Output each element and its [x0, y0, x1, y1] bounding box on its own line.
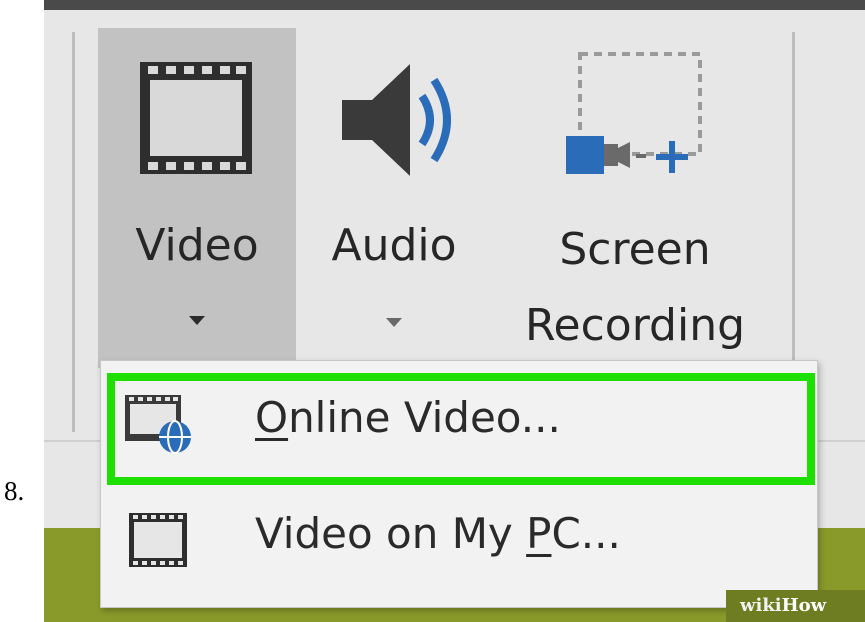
screen-recording-icon — [566, 52, 702, 174]
ribbon-separator — [72, 32, 75, 432]
chevron-down-icon — [189, 316, 205, 325]
video-button-label: Video — [135, 220, 259, 271]
screen-recording-label-line1: Screen — [559, 224, 711, 275]
film-strip-icon — [140, 62, 252, 174]
speaker-icon — [342, 64, 451, 176]
film-strip-icon — [129, 513, 187, 567]
menu-item-online-video-label: Online Video... — [255, 393, 561, 443]
menu-item-video-on-my-pc[interactable]: Video on My PC... — [101, 485, 817, 595]
access-key-p: P — [526, 509, 552, 558]
watermark-part2: How — [781, 595, 827, 616]
powerpoint-insert-media-screenshot: Video Audio Screen Recording Online Vide… — [44, 0, 865, 622]
label-rest: nline Video... — [288, 393, 561, 442]
label-after: C... — [551, 509, 621, 558]
watermark-part1: wiki — [740, 595, 782, 616]
online-video-icon — [125, 395, 191, 454]
video-button[interactable]: Video — [98, 28, 296, 368]
audio-button-label: Audio — [331, 220, 457, 271]
menu-item-online-video[interactable]: Online Video... — [101, 369, 817, 485]
screen-recording-label-line2: Recording — [524, 300, 746, 351]
ribbon-separator — [792, 32, 795, 362]
step-number: 8. — [4, 476, 25, 506]
video-dropdown-menu: Online Video... Video on My PC... — [100, 360, 818, 608]
chevron-down-icon — [386, 318, 402, 327]
wikihow-watermark: wikiHow — [726, 590, 865, 622]
access-key-o: O — [255, 393, 289, 442]
screen-recording-button[interactable]: Screen Recording — [490, 28, 780, 368]
audio-button[interactable]: Audio — [306, 28, 482, 368]
window-top-border — [44, 0, 865, 10]
label-before: Video on My — [255, 509, 527, 558]
menu-item-video-on-my-pc-label: Video on My PC... — [255, 509, 621, 559]
